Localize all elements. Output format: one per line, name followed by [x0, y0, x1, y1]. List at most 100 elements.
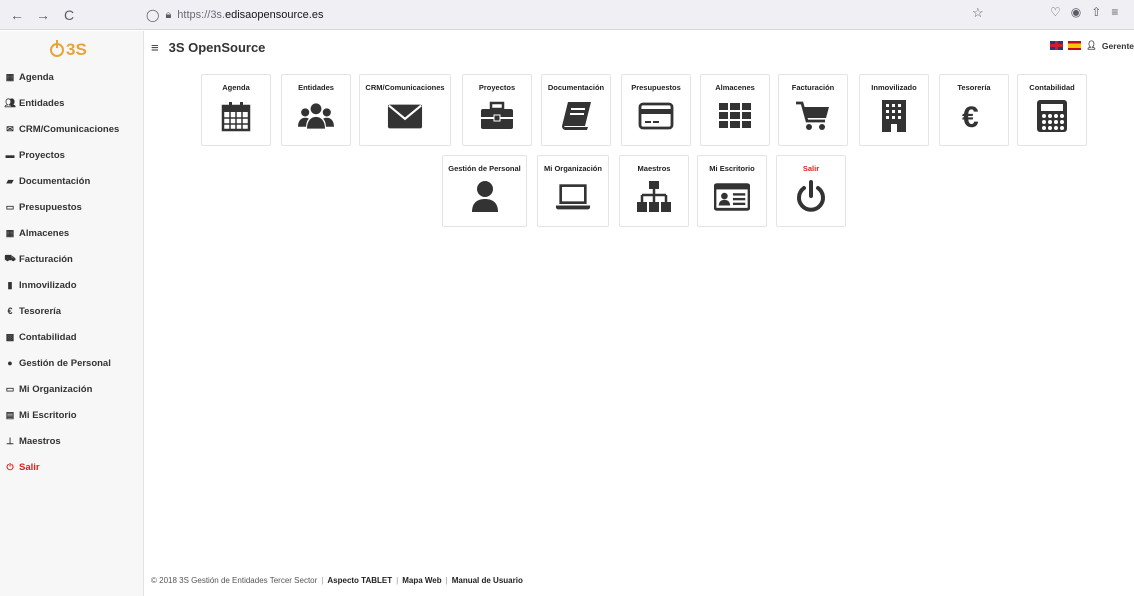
- app-logo[interactable]: 3S: [0, 31, 143, 64]
- sidebar-item-label: Facturación: [19, 253, 73, 265]
- building-icon: ▮: [7, 279, 13, 290]
- tile-agenda[interactable]: Agenda: [201, 74, 271, 146]
- user-icon: [467, 180, 503, 214]
- forward-icon[interactable]: →: [32, 4, 54, 26]
- briefcase-icon: ▬: [5, 150, 15, 160]
- reload-icon[interactable]: C: [58, 4, 80, 26]
- tile-gestion-personal[interactable]: Gestión de Personal: [442, 155, 527, 227]
- tile-presupuestos[interactable]: Presupuestos: [621, 74, 691, 146]
- euro-icon: €: [7, 306, 13, 316]
- sidebar-item-maestros[interactable]: ⊥ Maestros: [0, 428, 143, 454]
- tile-entidades[interactable]: Entidades: [281, 74, 351, 146]
- tile-label: Facturación: [791, 83, 835, 92]
- tile-contabilidad[interactable]: Contabilidad: [1017, 74, 1087, 146]
- shield-icon: ◯: [146, 8, 160, 22]
- sidebar-item-label: Documentación: [19, 175, 91, 187]
- book-icon: ▰: [6, 175, 14, 186]
- sitemap-icon: ⊥: [6, 435, 14, 446]
- calculator-icon: ▩: [5, 331, 15, 342]
- euro-icon: €: [956, 99, 992, 133]
- users-icon: [298, 99, 334, 133]
- menu-icon[interactable]: ≡: [1111, 5, 1118, 19]
- sidebar-item-gestion-personal[interactable]: ● Gestión de Personal: [0, 350, 143, 376]
- sidebar-item-label: CRM/Comunicaciones: [19, 123, 120, 135]
- sidebar-item-contabilidad[interactable]: ▩ Contabilidad: [0, 324, 143, 350]
- url-bar[interactable]: ◯ 🔒︎ https://3s. edisaopensource.es: [142, 4, 992, 26]
- pocket-icon[interactable]: ♡: [1050, 5, 1061, 19]
- tile-label: Documentación: [547, 83, 605, 92]
- sidebar-item-label: Proyectos: [19, 149, 65, 161]
- sidebar-item-label: Mi Escritorio: [19, 409, 77, 421]
- app-header: ≡ 3S OpenSource 👤︎ Gerente: [145, 31, 1134, 64]
- sidebar-item-mi-organizacion[interactable]: ▭ Mi Organización: [0, 376, 143, 402]
- cart-icon: ⛟: [4, 253, 16, 263]
- footer-separator: |: [321, 576, 324, 585]
- laptop-icon: [555, 180, 591, 214]
- sidebar-item-documentacion[interactable]: ▰ Documentación: [0, 168, 143, 194]
- sidebar-item-inmovilizado[interactable]: ▮ Inmovilizado: [0, 272, 143, 298]
- sidebar-item-crm[interactable]: ✉ CRM/Comunicaciones: [0, 116, 143, 142]
- extensions-icon[interactable]: ⇧: [1091, 5, 1101, 19]
- url-host: edisaopensource.es: [225, 9, 324, 21]
- id-card-icon: ▤: [5, 409, 15, 420]
- tile-tesoreria[interactable]: Tesorería €: [939, 74, 1009, 146]
- sidebar-item-tesoreria[interactable]: € Tesorería: [0, 298, 143, 324]
- sidebar-item-almacenes[interactable]: ▦ Almacenes: [0, 220, 143, 246]
- calendar-icon: ▦: [5, 71, 15, 82]
- tile-label: Presupuestos: [631, 83, 681, 92]
- sidebar-item-salir[interactable]: ⏻ Salir: [0, 454, 143, 480]
- sidebar-item-facturacion[interactable]: ⛟ Facturación: [0, 246, 143, 272]
- tile-facturacion[interactable]: Facturación: [778, 74, 848, 146]
- footer-separator: |: [445, 576, 448, 585]
- sidebar-item-presupuestos[interactable]: ▭ Presupuestos: [0, 194, 143, 220]
- page-title: 3S OpenSource: [168, 40, 266, 55]
- tile-almacenes[interactable]: Almacenes: [700, 74, 770, 146]
- footer-link-manual[interactable]: Manual de Usuario: [452, 576, 523, 585]
- tile-proyectos[interactable]: Proyectos: [462, 74, 532, 146]
- lock-icon: 🔒︎: [165, 8, 172, 21]
- spanish-flag-icon[interactable]: [1068, 41, 1082, 50]
- briefcase-icon: [479, 99, 515, 133]
- tile-label: Maestros: [637, 164, 671, 173]
- tile-label: Contabilidad: [1029, 83, 1075, 92]
- account-icon[interactable]: ◉: [1071, 5, 1081, 19]
- user-menu[interactable]: Gerente: [1102, 41, 1134, 51]
- url-prefix: https://3s.: [177, 9, 225, 21]
- footer-copyright: © 2018 3S Gestión de Entidades Tercer Se…: [151, 576, 318, 585]
- english-flag-icon[interactable]: [1050, 41, 1064, 50]
- tile-label: Inmovilizado: [871, 83, 917, 92]
- sidebar-item-proyectos[interactable]: ▬ Proyectos: [0, 142, 143, 168]
- tile-salir[interactable]: Salir: [776, 155, 846, 227]
- sidebar-item-label: Contabilidad: [19, 331, 77, 343]
- tile-mi-organizacion[interactable]: Mi Organización: [537, 155, 609, 227]
- sidebar-item-label: Salir: [19, 461, 40, 473]
- browser-nav: ← → C: [6, 4, 80, 26]
- sidebar-item-entidades[interactable]: 👥︎ Entidades: [0, 90, 143, 116]
- tile-maestros[interactable]: Maestros: [619, 155, 689, 227]
- envelope-icon: ✉: [6, 123, 14, 134]
- footer-link-tablet[interactable]: Aspecto TABLET: [327, 576, 392, 585]
- building-icon: [876, 99, 912, 133]
- tile-mi-escritorio[interactable]: Mi Escritorio: [697, 155, 767, 227]
- tile-documentacion[interactable]: Documentación: [541, 74, 611, 146]
- sitemap-icon: [636, 180, 672, 214]
- grid-icon: [717, 99, 753, 133]
- tile-label: Agenda: [222, 83, 250, 92]
- sidebar-item-label: Gestión de Personal: [19, 357, 111, 369]
- hamburger-menu-icon[interactable]: ≡: [151, 40, 159, 55]
- tile-label: Tesorería: [957, 83, 991, 92]
- sidebar-item-label: Maestros: [19, 435, 61, 447]
- sidebar-item-label: Agenda: [19, 71, 54, 83]
- sidebar-item-mi-escritorio[interactable]: ▤ Mi Escritorio: [0, 402, 143, 428]
- bookmark-star-icon[interactable]: ☆: [972, 5, 984, 21]
- tile-label: Gestión de Personal: [448, 164, 521, 173]
- tile-crm[interactable]: CRM/Comunicaciones: [359, 74, 451, 146]
- id-card-icon: [714, 180, 750, 214]
- tile-inmovilizado[interactable]: Inmovilizado: [859, 74, 929, 146]
- header-right: 👤︎ Gerente: [1050, 40, 1134, 51]
- calculator-icon: [1034, 99, 1070, 133]
- back-icon[interactable]: ←: [6, 4, 28, 26]
- sidebar-item-agenda[interactable]: ▦ Agenda: [0, 64, 143, 90]
- user-icon: 👤︎: [1086, 40, 1097, 50]
- footer-link-mapa-web[interactable]: Mapa Web: [402, 576, 441, 585]
